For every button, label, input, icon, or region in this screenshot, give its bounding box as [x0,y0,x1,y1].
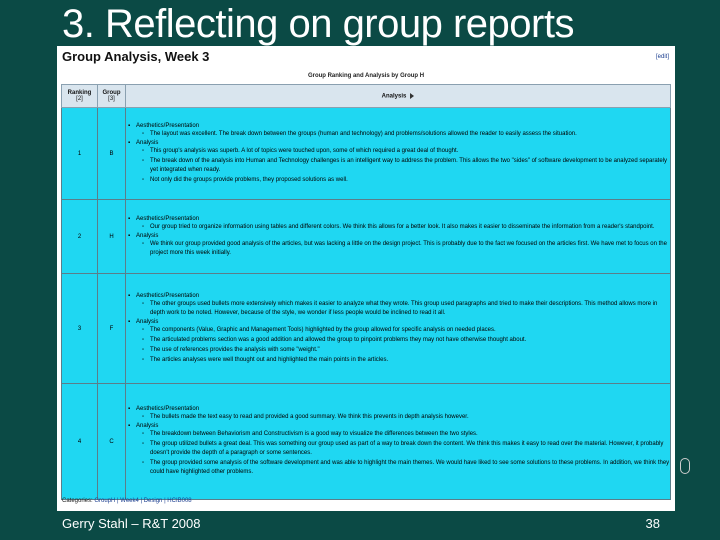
list-item: The breakdown between Behaviorism and Co… [142,430,670,439]
list-item: The group provided some analysis of the … [142,459,670,477]
list-item: The use of references provides the analy… [142,346,670,355]
list-item: The group utilized bullets a great deal.… [142,440,670,458]
section-heading: Analysis [128,423,670,429]
table-header-row: Ranking [2] Group [3] Analysis [61,84,671,108]
edit-link[interactable]: [edit] [656,54,669,60]
section-heading: Analysis [128,319,670,325]
rank-cell: 2 [61,199,98,274]
list-item: The layout was excellent. The break down… [142,130,670,139]
section-heading: Analysis [128,140,670,146]
ranking-sort-link[interactable]: [2] [76,96,83,102]
column-header-group[interactable]: Group [3] [97,84,126,108]
group-cell: F [97,273,126,384]
wiki-screenshot: Group Analysis, Week 3 [edit] Group Rank… [57,46,675,511]
analysis-cell: Aesthetics/PresentationOur group tried t… [125,199,671,274]
list-item: This group's analysis was superb. A lot … [142,147,670,156]
rank-cell: 1 [61,107,98,200]
column-header-analysis[interactable]: Analysis [125,84,671,108]
table-row: 4CAesthetics/PresentationThe bullets mad… [61,383,671,500]
analysis-cell: Aesthetics/PresentationThe bullets made … [125,383,671,500]
group-sort-link[interactable]: [3] [108,96,115,102]
wiki-header: Group Analysis, Week 3 [edit] [57,46,675,68]
section-heading: Aesthetics/Presentation [128,406,670,412]
list-item: The break down of the analysis into Huma… [142,157,670,175]
list-item: The components (Value, Graphic and Manag… [142,326,670,335]
list-item: Our group tried to organize information … [142,223,670,232]
scroll-handle-icon[interactable] [680,458,690,474]
rank-cell: 3 [61,273,98,384]
categories-links[interactable]: GroupH | Week4 | Design | HCIB008 [94,498,191,504]
categories-bar: Categories: GroupH | Week4 | Design | HC… [62,498,192,504]
sort-arrow-icon[interactable] [410,92,415,99]
analysis-label: Analysis [381,93,407,100]
section-heading: Aesthetics/Presentation [128,216,670,222]
list-item: The articulated problems section was a g… [142,336,670,345]
list-item: The other groups used bullets more exten… [142,300,670,318]
slide-title: 3. Reflecting on group reports [62,2,574,46]
page-title: Group Analysis, Week 3 [62,49,210,64]
rank-cell: 4 [61,383,98,500]
section-heading: Analysis [128,233,670,239]
footer-author: Gerry Stahl – R&T 2008 [62,516,201,531]
list-item: Not only did the groups provide problems… [142,176,670,185]
analysis-cell: Aesthetics/PresentationThe other groups … [125,273,671,384]
table-row: 1BAesthetics/PresentationThe layout was … [61,107,671,200]
table-caption: Group Ranking and Analysis by Group H [307,73,425,79]
section-heading: Aesthetics/Presentation [128,123,670,129]
categories-label: Categories: [62,498,93,504]
table-row: 2HAesthetics/PresentationOur group tried… [61,199,671,274]
list-item: We think our group provided good analysi… [142,240,670,258]
page-number: 38 [645,516,660,531]
group-cell: C [97,383,126,500]
section-heading: Aesthetics/Presentation [128,293,670,299]
table-body: 1BAesthetics/PresentationThe layout was … [61,107,671,500]
ranking-table: Ranking [2] Group [3] Analysis 1BAesthet… [61,84,671,500]
analysis-cell: Aesthetics/PresentationThe layout was ex… [125,107,671,200]
table-row: 3FAesthetics/PresentationThe other group… [61,273,671,384]
column-header-ranking[interactable]: Ranking [2] [61,84,98,108]
group-cell: H [97,199,126,274]
list-item: The bullets made the text easy to read a… [142,413,670,422]
group-cell: B [97,107,126,200]
list-item: The articles analyses were well thought … [142,356,670,365]
